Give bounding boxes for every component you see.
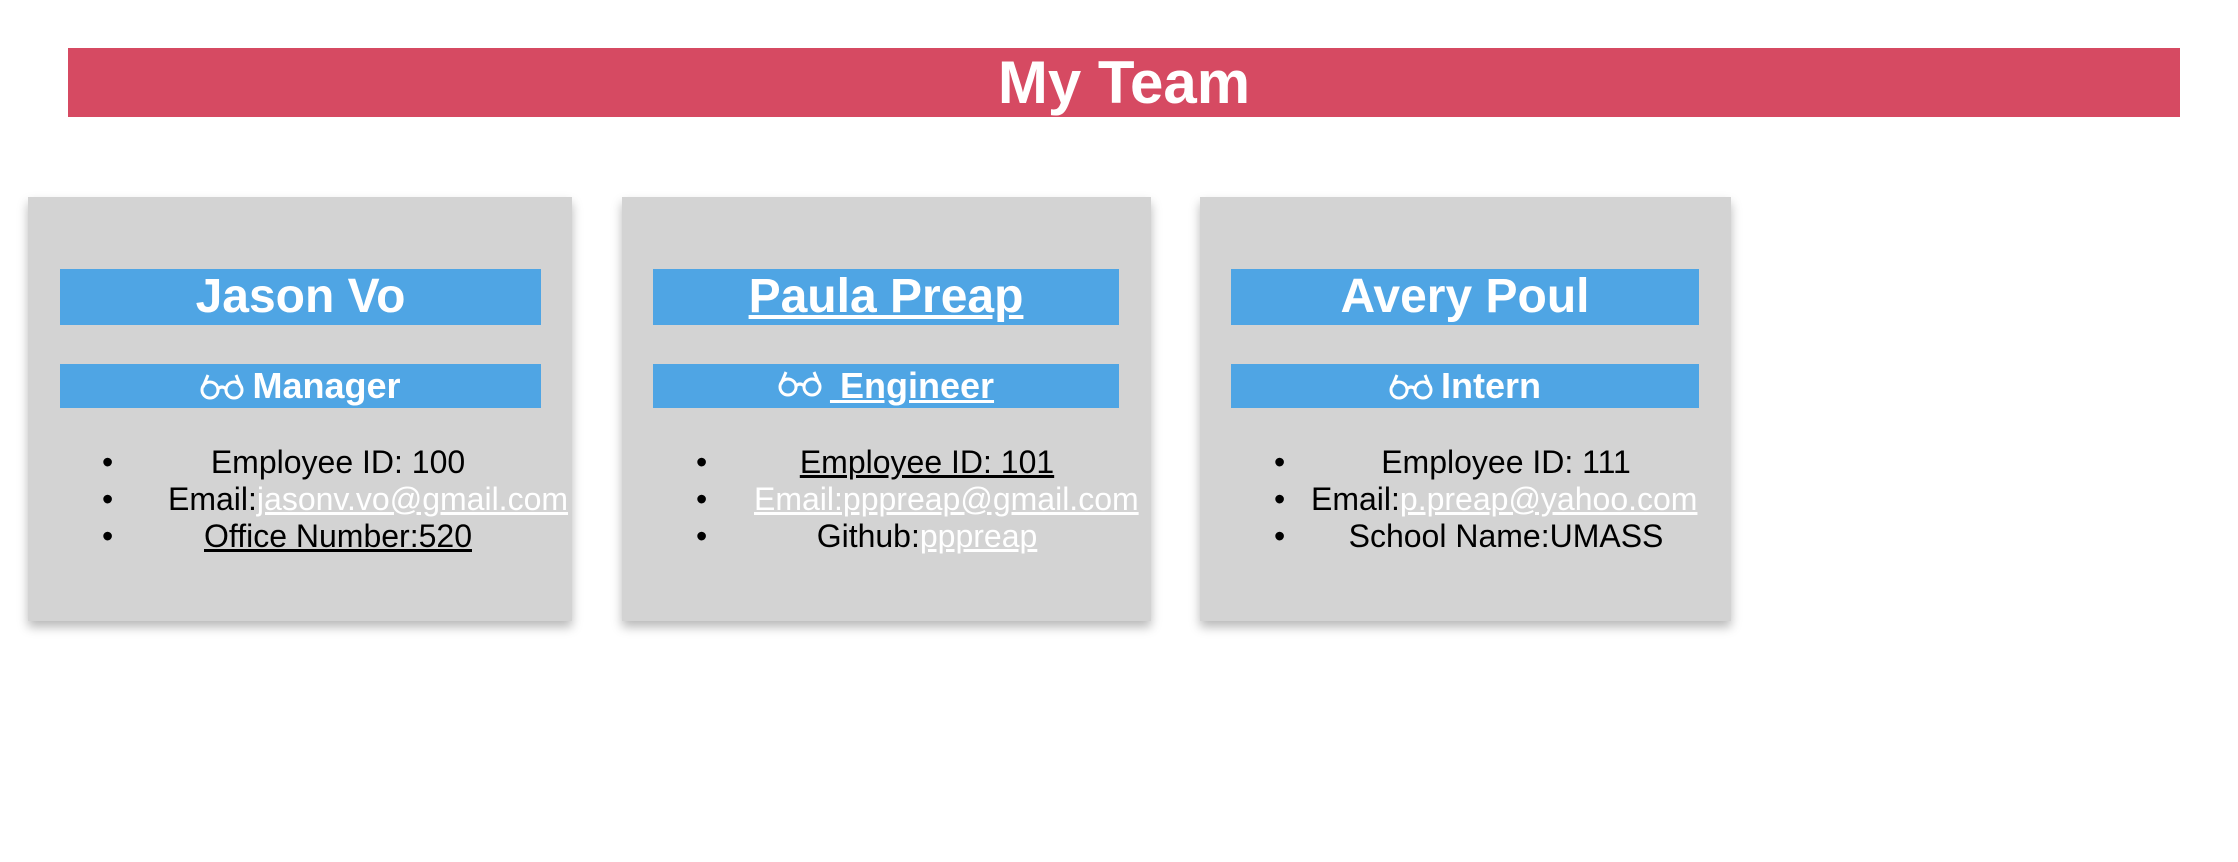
github-link[interactable]: pppreap xyxy=(920,518,1037,554)
role-label: Intern xyxy=(1440,365,1541,406)
page-header-banner: My Team xyxy=(68,48,2180,117)
employee-role: Intern xyxy=(1231,364,1699,408)
glasses-icon xyxy=(200,374,244,400)
employee-id-text: Employee ID: 111 xyxy=(1381,444,1631,480)
employee-name-text: Paula Preap xyxy=(748,270,1024,323)
employee-card-intern: Avery Poul Intern Employee ID: 111 Email… xyxy=(1200,197,1731,621)
role-label: Manager xyxy=(252,365,401,406)
school-name: School Name:UMASS xyxy=(1274,518,1732,555)
employee-id-text: Employee ID: 101 xyxy=(799,444,1055,480)
email-link[interactable]: jasonv.vo@gmail.com xyxy=(257,481,568,517)
email-label: Email: xyxy=(1311,481,1400,517)
employee-email: Email:jasonv.vo@gmail.com xyxy=(102,481,568,518)
employee-name: Avery Poul xyxy=(1231,269,1699,325)
office-number: Office Number:520 xyxy=(102,518,568,555)
email-link[interactable]: Email:pppreap@gmail.com xyxy=(754,481,1139,517)
employee-id: Employee ID: 100 xyxy=(102,444,568,481)
role-underline-wrap: Engineer xyxy=(778,365,994,407)
employee-role: Manager xyxy=(60,364,541,408)
employee-email: Email:p.preap@yahoo.com xyxy=(1274,481,1732,518)
employee-card-manager: Jason Vo Manager Employee ID: 100 Email:… xyxy=(28,197,572,621)
employee-info-list: Employee ID: 100 Email:jasonv.vo@gmail.c… xyxy=(102,444,568,555)
employee-info-list: Employee ID: 101 Email:pppreap@gmail.com… xyxy=(696,444,1152,555)
employee-info-list: Employee ID: 111 Email:p.preap@yahoo.com… xyxy=(1274,444,1732,555)
employee-id: Employee ID: 101 xyxy=(696,444,1152,481)
page-title: My Team xyxy=(997,49,1251,116)
glasses-icon xyxy=(1389,374,1433,400)
glasses-icon xyxy=(778,371,822,397)
employee-name: Paula Preap xyxy=(653,269,1119,325)
email-label: Email: xyxy=(168,481,257,517)
github: Github:pppreap xyxy=(696,518,1152,555)
employee-name: Jason Vo xyxy=(60,269,541,325)
employee-id-text: Employee ID: 100 xyxy=(210,444,466,480)
employee-role: Engineer xyxy=(653,364,1119,408)
school-name-text: School Name:UMASS xyxy=(1348,518,1664,554)
office-number-text: Office Number:520 xyxy=(204,518,472,554)
employee-card-engineer: Paula Preap Engineer Employee ID: 101 Em… xyxy=(622,197,1151,621)
employee-id: Employee ID: 111 xyxy=(1274,444,1732,481)
employee-email: Email:pppreap@gmail.com xyxy=(696,481,1152,518)
role-label: Engineer xyxy=(839,365,995,406)
github-label: Github: xyxy=(816,518,920,554)
email-link[interactable]: p.preap@yahoo.com xyxy=(1400,481,1698,517)
